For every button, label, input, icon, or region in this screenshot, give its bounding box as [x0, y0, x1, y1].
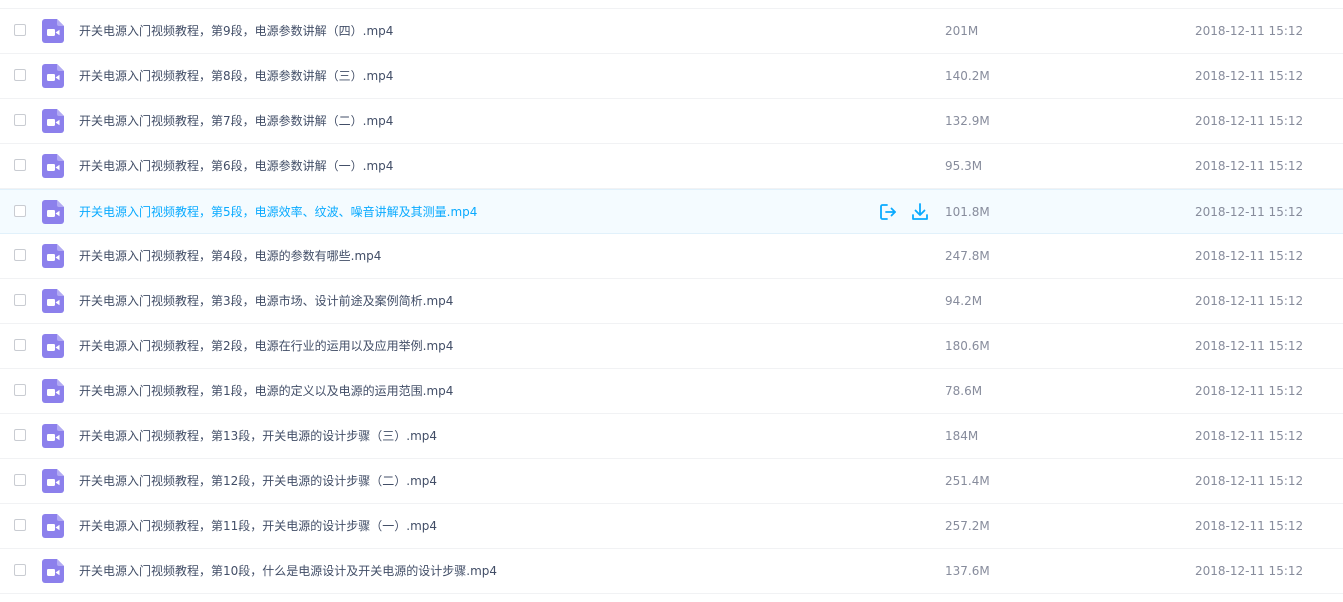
- file-modified-date: 2018-12-11 15:12: [1195, 384, 1304, 398]
- file-size: 251.4M: [945, 474, 990, 488]
- file-row[interactable]: 开关电源入门视频教程，第6段，电源参数讲解（一）.mp4 95.3M 2018-…: [0, 144, 1343, 189]
- file-size: 132.9M: [945, 114, 990, 128]
- file-row[interactable]: 开关电源入门视频教程，第11段，开关电源的设计步骤（一）.mp4 257.2M …: [0, 504, 1343, 549]
- video-file-icon: [42, 109, 64, 133]
- file-name[interactable]: 开关电源入门视频教程，第6段，电源参数讲解（一）.mp4: [79, 158, 859, 174]
- file-size: 247.8M: [945, 249, 990, 263]
- file-size: 257.2M: [945, 519, 990, 533]
- video-file-icon: [42, 424, 64, 448]
- row-checkbox[interactable]: [14, 474, 26, 486]
- file-name[interactable]: 开关电源入门视频教程，第8段，电源参数讲解（三）.mp4: [79, 68, 859, 84]
- row-checkbox[interactable]: [14, 429, 26, 441]
- file-row[interactable]: 开关电源入门视频教程，第5段，电源效率、纹波、噪音讲解及其测量.mp4 101.…: [0, 189, 1343, 234]
- file-modified-date: 2018-12-11 15:12: [1195, 69, 1304, 83]
- file-row[interactable]: 开关电源入门视频教程，第1段，电源的定义以及电源的运用范围.mp4 78.6M …: [0, 369, 1343, 414]
- file-name[interactable]: 开关电源入门视频教程，第4段，电源的参数有哪些.mp4: [79, 248, 859, 264]
- video-file-icon: [42, 19, 64, 43]
- file-name[interactable]: 开关电源入门视频教程，第9段，电源参数讲解（四）.mp4: [79, 23, 859, 39]
- file-row[interactable]: 开关电源入门视频教程，第13段，开关电源的设计步骤（三）.mp4 184M 20…: [0, 414, 1343, 459]
- file-modified-date: 2018-12-11 15:12: [1195, 159, 1304, 173]
- file-modified-date: 2018-12-11 15:12: [1195, 24, 1304, 38]
- share-icon[interactable]: [878, 202, 898, 222]
- file-row[interactable]: 开关电源入门视频教程，第2段，电源在行业的运用以及应用举例.mp4 180.6M…: [0, 324, 1343, 369]
- download-icon[interactable]: [910, 202, 930, 222]
- file-modified-date: 2018-12-11 15:12: [1195, 114, 1304, 128]
- video-file-icon: [42, 334, 64, 358]
- file-name[interactable]: 开关电源入门视频教程，第5段，电源效率、纹波、噪音讲解及其测量.mp4: [79, 204, 859, 220]
- file-row[interactable]: 开关电源入门视频教程，第3段，电源市场、设计前途及案例简析.mp4 94.2M …: [0, 279, 1343, 324]
- file-name[interactable]: 开关电源入门视频教程，第2段，电源在行业的运用以及应用举例.mp4: [79, 338, 859, 354]
- file-name[interactable]: 开关电源入门视频教程，第11段，开关电源的设计步骤（一）.mp4: [79, 518, 859, 534]
- video-file-icon: [42, 469, 64, 493]
- row-checkbox[interactable]: [14, 69, 26, 81]
- file-row[interactable]: 开关电源入门视频教程，第7段，电源参数讲解（二）.mp4 132.9M 2018…: [0, 99, 1343, 144]
- file-row[interactable]: 开关电源入门视频教程，第9段，电源参数讲解（四）.mp4 201M 2018-1…: [0, 9, 1343, 54]
- file-size: 78.6M: [945, 384, 983, 398]
- video-file-icon: [42, 559, 64, 583]
- file-size: 201M: [945, 24, 979, 38]
- file-size: 184M: [945, 429, 979, 443]
- row-checkbox[interactable]: [14, 114, 26, 126]
- file-list: 开关电源入门视频教程，第9段，电源参数讲解（四）.mp4 201M 2018-1…: [0, 0, 1343, 602]
- file-modified-date: 2018-12-11 15:12: [1195, 205, 1304, 219]
- file-modified-date: 2018-12-11 15:12: [1195, 564, 1304, 578]
- file-modified-date: 2018-12-11 15:12: [1195, 249, 1304, 263]
- row-checkbox[interactable]: [14, 159, 26, 171]
- file-name[interactable]: 开关电源入门视频教程，第10段，什么是电源设计及开关电源的设计步骤.mp4: [79, 563, 859, 579]
- file-name[interactable]: 开关电源入门视频教程，第3段，电源市场、设计前途及案例简析.mp4: [79, 293, 859, 309]
- video-file-icon: [42, 244, 64, 268]
- file-size: 180.6M: [945, 339, 990, 353]
- file-size: 101.8M: [945, 205, 990, 219]
- file-size: 137.6M: [945, 564, 990, 578]
- file-name[interactable]: 开关电源入门视频教程，第7段，电源参数讲解（二）.mp4: [79, 113, 859, 129]
- file-modified-date: 2018-12-11 15:12: [1195, 294, 1304, 308]
- file-row[interactable]: 开关电源入门视频教程，第10段，什么是电源设计及开关电源的设计步骤.mp4 13…: [0, 549, 1343, 594]
- row-checkbox[interactable]: [14, 205, 26, 217]
- row-checkbox[interactable]: [14, 564, 26, 576]
- file-name[interactable]: 开关电源入门视频教程，第1段，电源的定义以及电源的运用范围.mp4: [79, 383, 859, 399]
- file-row[interactable]: 开关电源入门视频教程，第12段，开关电源的设计步骤（二）.mp4 251.4M …: [0, 459, 1343, 504]
- video-file-icon: [42, 154, 64, 178]
- video-file-icon: [42, 200, 64, 224]
- file-name[interactable]: 开关电源入门视频教程，第12段，开关电源的设计步骤（二）.mp4: [79, 473, 859, 489]
- file-modified-date: 2018-12-11 15:12: [1195, 339, 1304, 353]
- file-row[interactable]: 开关电源入门视频教程，第4段，电源的参数有哪些.mp4 247.8M 2018-…: [0, 234, 1343, 279]
- row-checkbox[interactable]: [14, 384, 26, 396]
- file-modified-date: 2018-12-11 15:12: [1195, 429, 1304, 443]
- file-row[interactable]: 开关电源入门视频教程，第8段，电源参数讲解（三）.mp4 140.2M 2018…: [0, 54, 1343, 99]
- row-checkbox[interactable]: [14, 339, 26, 351]
- file-modified-date: 2018-12-11 15:12: [1195, 474, 1304, 488]
- file-size: 94.2M: [945, 294, 983, 308]
- row-checkbox[interactable]: [14, 294, 26, 306]
- row-checkbox[interactable]: [14, 519, 26, 531]
- file-size: 140.2M: [945, 69, 990, 83]
- row-checkbox[interactable]: [14, 24, 26, 36]
- video-file-icon: [42, 289, 64, 313]
- video-file-icon: [42, 514, 64, 538]
- row-checkbox[interactable]: [14, 249, 26, 261]
- video-file-icon: [42, 64, 64, 88]
- file-name[interactable]: 开关电源入门视频教程，第13段，开关电源的设计步骤（三）.mp4: [79, 428, 859, 444]
- file-size: 95.3M: [945, 159, 983, 173]
- file-modified-date: 2018-12-11 15:12: [1195, 519, 1304, 533]
- video-file-icon: [42, 379, 64, 403]
